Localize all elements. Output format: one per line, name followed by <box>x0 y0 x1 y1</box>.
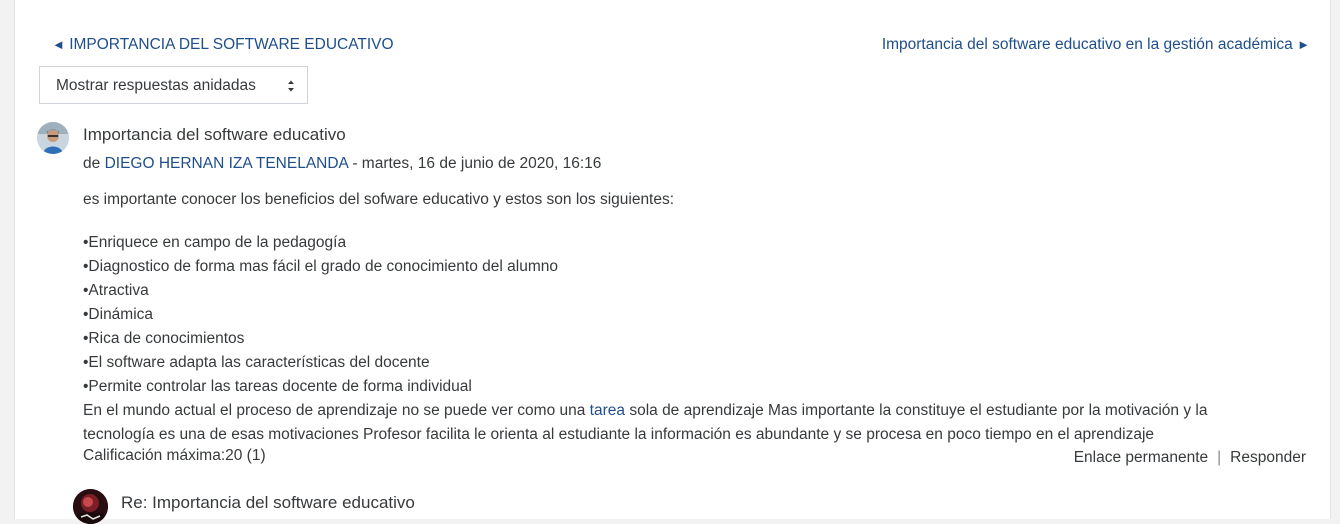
post-intro: es importante conocer los beneficios del… <box>83 191 675 208</box>
list-item: •Enriquece en campo de la pedagogía <box>83 234 347 251</box>
author-avatar[interactable] <box>37 122 69 154</box>
up-down-caret-icon <box>288 80 294 92</box>
post-paragraph: En el mundo actual el proceso de aprendi… <box>83 399 1273 447</box>
reply-link[interactable]: Responder <box>1230 449 1306 466</box>
previous-discussion-link[interactable]: ◄ IMPORTANCIA DEL SOFTWARE EDUCATIVO <box>52 36 394 54</box>
byline-prefix: de <box>83 155 101 172</box>
post-date: - martes, 16 de junio de 2020, 16:16 <box>352 155 602 172</box>
previous-discussion-label: IMPORTANCIA DEL SOFTWARE EDUCATIVO <box>69 36 394 53</box>
author-avatar-image <box>37 122 69 154</box>
display-mode-value: Mostrar respuestas anidadas <box>56 77 256 94</box>
list-item: •Atractiva <box>83 282 149 299</box>
author-link[interactable]: DIEGO HERNAN IZA TENELANDA <box>105 155 348 172</box>
list-item: •Rica de conocimientos <box>83 330 245 347</box>
paragraph-text-start: En el mundo actual el proceso de aprendi… <box>83 402 590 419</box>
post-byline: de DIEGO HERNAN IZA TENELANDA - martes, … <box>83 155 601 173</box>
list-item: •El software adapta las características … <box>83 354 430 371</box>
benefits-list: •Enriquece en campo de la pedagogía •Dia… <box>83 231 558 399</box>
post-title: Importancia del software educativo <box>83 125 346 144</box>
grade-text: Calificación máxima:20 (1) <box>83 447 266 464</box>
permalink-link[interactable]: Enlace permanente <box>1074 449 1208 466</box>
left-arrow-icon: ◄ <box>52 37 65 52</box>
list-item: •Dinámica <box>83 306 154 323</box>
tarea-link[interactable]: tarea <box>590 402 625 419</box>
action-separator: | <box>1217 449 1222 466</box>
list-item: •Diagnostico de forma mas fácil el grado… <box>83 258 558 275</box>
display-mode-select[interactable]: Mostrar respuestas anidadas <box>39 66 308 104</box>
post-actions: Enlace permanente | Responder <box>1074 449 1306 467</box>
next-discussion-link[interactable]: Importancia del software educativo en la… <box>882 36 1310 54</box>
reply-title: Re: Importancia del software educativo <box>121 493 415 512</box>
list-item: •Permite controlar las tareas docente de… <box>83 378 472 395</box>
next-discussion-label: Importancia del software educativo en la… <box>881 36 1293 53</box>
right-arrow-icon: ► <box>1297 37 1310 52</box>
